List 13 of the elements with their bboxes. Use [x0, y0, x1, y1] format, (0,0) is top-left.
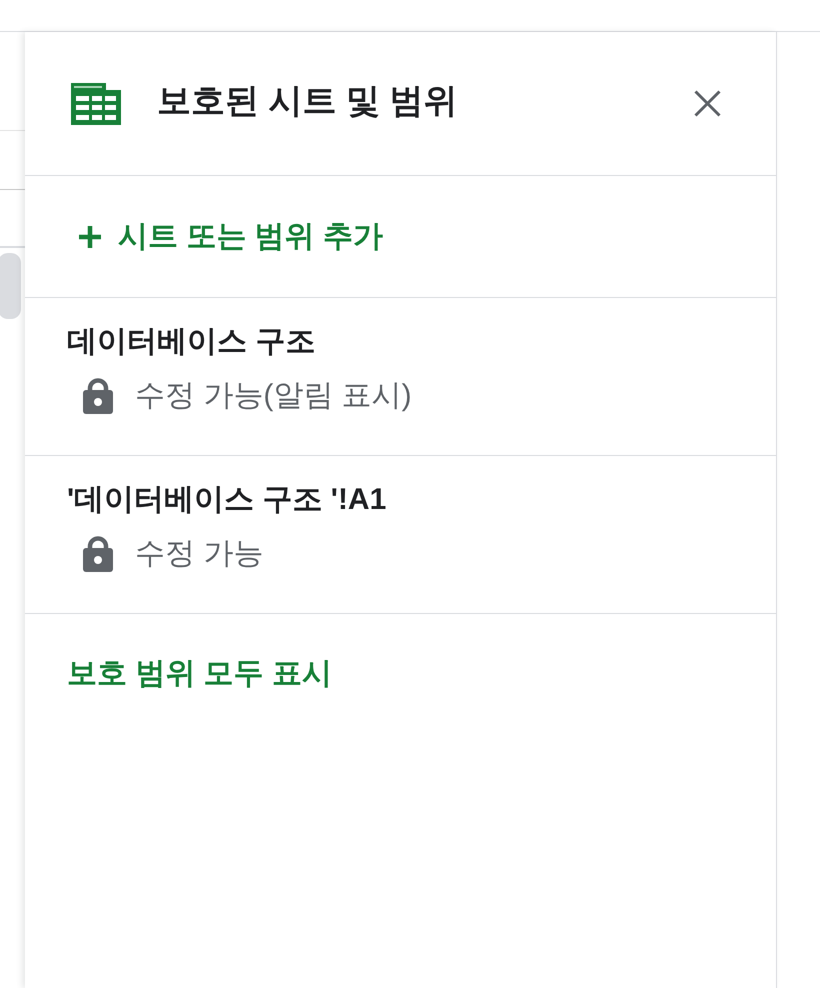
- add-sheet-or-range-button[interactable]: 시트 또는 범위 추가: [67, 210, 396, 262]
- permission-text: 수정 가능(알림 표시): [135, 378, 412, 414]
- scrollbar-thumb[interactable]: [0, 253, 21, 319]
- show-all-link[interactable]: 보호 범위 모두 표시: [67, 656, 332, 692]
- sheets-icon: [71, 82, 121, 124]
- range-name[interactable]: '데이터베이스 구조 '!A1: [67, 482, 386, 518]
- lock-icon: [83, 536, 113, 572]
- lock-icon: [83, 378, 113, 414]
- permission-text: 수정 가능: [135, 536, 264, 572]
- panel-title: 보호된 시트 및 범위: [157, 80, 458, 120]
- plus-icon: [79, 226, 101, 248]
- close-icon: [694, 90, 720, 117]
- range-name[interactable]: 데이터베이스 구조: [67, 324, 316, 360]
